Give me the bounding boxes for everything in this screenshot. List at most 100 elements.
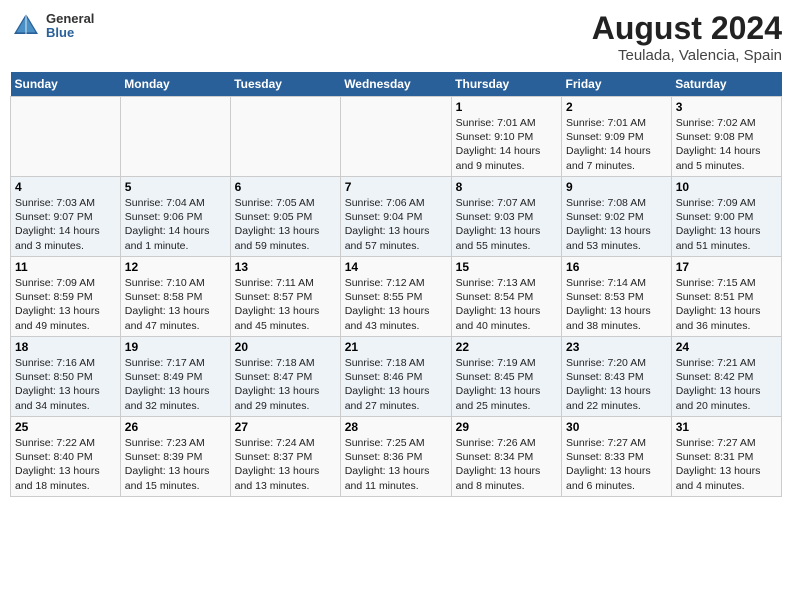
day-info: Sunrise: 7:24 AM Sunset: 8:37 PM Dayligh… [235, 436, 336, 493]
day-number: 31 [676, 420, 777, 434]
week-row-2: 4 Sunrise: 7:03 AM Sunset: 9:07 PM Daylig… [11, 177, 782, 257]
day-info: Sunrise: 7:08 AM Sunset: 9:02 PM Dayligh… [566, 196, 667, 253]
day-info: Sunrise: 7:14 AM Sunset: 8:53 PM Dayligh… [566, 276, 667, 333]
day-info: Sunrise: 7:27 AM Sunset: 8:31 PM Dayligh… [676, 436, 777, 493]
day-number: 5 [125, 180, 226, 194]
day-cell: 7Sunrise: 7:06 AM Sunset: 9:04 PM Daylig… [340, 177, 451, 257]
day-cell [120, 97, 230, 177]
header-wednesday: Wednesday [340, 72, 451, 97]
logo-general: General [46, 12, 94, 26]
day-info: Sunrise: 7:25 AM Sunset: 8:36 PM Dayligh… [345, 436, 447, 493]
day-info: Sunrise: 7:22 AM Sunset: 8:40 PM Dayligh… [15, 436, 116, 493]
header-monday: Monday [120, 72, 230, 97]
logo-icon [10, 10, 42, 42]
day-number: 11 [15, 260, 116, 274]
day-number: 26 [125, 420, 226, 434]
day-number: 12 [125, 260, 226, 274]
day-cell: 20 Sunrise: 7:18 AM Sunset: 8:47 PM Dayli… [230, 337, 340, 417]
day-cell: 4 Sunrise: 7:03 AM Sunset: 9:07 PM Daylig… [11, 177, 121, 257]
day-number: 23 [566, 340, 667, 354]
day-info: Sunrise: 7:15 AM Sunset: 8:51 PM Dayligh… [676, 276, 777, 333]
day-info: Sunrise: 7:13 AM Sunset: 8:54 PM Dayligh… [456, 276, 557, 333]
calendar-title: August 2024 [592, 10, 782, 47]
page-header: General Blue August 2024 Teulada, Valenc… [10, 10, 782, 64]
day-cell: 31 Sunrise: 7:27 AM Sunset: 8:31 PM Dayli… [671, 417, 781, 497]
day-cell: 27 Sunrise: 7:24 AM Sunset: 8:37 PM Dayli… [230, 417, 340, 497]
day-cell [230, 97, 340, 177]
day-cell: 3Sunrise: 7:02 AM Sunset: 9:08 PM Daylig… [671, 97, 781, 177]
day-cell: 10 Sunrise: 7:09 AM Sunset: 9:00 PM Dayli… [671, 177, 781, 257]
logo-text: General Blue [46, 12, 94, 41]
day-info: Sunrise: 7:10 AM Sunset: 8:58 PM Dayligh… [125, 276, 226, 333]
day-cell: 18 Sunrise: 7:16 AM Sunset: 8:50 PM Dayli… [11, 337, 121, 417]
day-cell: 16 Sunrise: 7:14 AM Sunset: 8:53 PM Dayli… [562, 257, 672, 337]
day-info: Sunrise: 7:20 AM Sunset: 8:43 PM Dayligh… [566, 356, 667, 413]
day-cell [11, 97, 121, 177]
day-info: Sunrise: 7:11 AM Sunset: 8:57 PM Dayligh… [235, 276, 336, 333]
day-info: Sunrise: 7:05 AM Sunset: 9:05 PM Dayligh… [235, 196, 336, 253]
day-number: 27 [235, 420, 336, 434]
day-info: Sunrise: 7:01 AM Sunset: 9:10 PM Dayligh… [456, 116, 557, 173]
day-number: 16 [566, 260, 667, 274]
logo: General Blue [10, 10, 94, 42]
header-friday: Friday [562, 72, 672, 97]
day-number: 19 [125, 340, 226, 354]
calendar-table: SundayMondayTuesdayWednesdayThursdayFrid… [10, 72, 782, 497]
day-number: 30 [566, 420, 667, 434]
day-info: Sunrise: 7:02 AM Sunset: 9:08 PM Dayligh… [676, 116, 777, 173]
calendar-body: 1Sunrise: 7:01 AM Sunset: 9:10 PM Daylig… [11, 97, 782, 497]
day-info: Sunrise: 7:04 AM Sunset: 9:06 PM Dayligh… [125, 196, 226, 253]
day-number: 21 [345, 340, 447, 354]
day-number: 10 [676, 180, 777, 194]
day-cell: 23 Sunrise: 7:20 AM Sunset: 8:43 PM Dayli… [562, 337, 672, 417]
day-cell: 9Sunrise: 7:08 AM Sunset: 9:02 PM Daylig… [562, 177, 672, 257]
day-info: Sunrise: 7:21 AM Sunset: 8:42 PM Dayligh… [676, 356, 777, 413]
day-cell: 8Sunrise: 7:07 AM Sunset: 9:03 PM Daylig… [451, 177, 561, 257]
day-cell: 26 Sunrise: 7:23 AM Sunset: 8:39 PM Dayli… [120, 417, 230, 497]
day-cell: 30 Sunrise: 7:27 AM Sunset: 8:33 PM Dayli… [562, 417, 672, 497]
calendar-header: SundayMondayTuesdayWednesdayThursdayFrid… [11, 72, 782, 97]
day-cell: 6 Sunrise: 7:05 AM Sunset: 9:05 PM Daylig… [230, 177, 340, 257]
day-number: 24 [676, 340, 777, 354]
day-info: Sunrise: 7:26 AM Sunset: 8:34 PM Dayligh… [456, 436, 557, 493]
day-info: Sunrise: 7:27 AM Sunset: 8:33 PM Dayligh… [566, 436, 667, 493]
day-info: Sunrise: 7:06 AM Sunset: 9:04 PM Dayligh… [345, 196, 447, 253]
day-cell: 14Sunrise: 7:12 AM Sunset: 8:55 PM Dayli… [340, 257, 451, 337]
week-row-1: 1Sunrise: 7:01 AM Sunset: 9:10 PM Daylig… [11, 97, 782, 177]
title-block: August 2024 Teulada, Valencia, Spain [592, 10, 782, 64]
day-number: 18 [15, 340, 116, 354]
week-row-3: 11 Sunrise: 7:09 AM Sunset: 8:59 PM Dayli… [11, 257, 782, 337]
day-info: Sunrise: 7:09 AM Sunset: 8:59 PM Dayligh… [15, 276, 116, 333]
header-sunday: Sunday [11, 72, 121, 97]
day-cell: 1Sunrise: 7:01 AM Sunset: 9:10 PM Daylig… [451, 97, 561, 177]
day-info: Sunrise: 7:23 AM Sunset: 8:39 PM Dayligh… [125, 436, 226, 493]
day-number: 13 [235, 260, 336, 274]
day-cell: 28Sunrise: 7:25 AM Sunset: 8:36 PM Dayli… [340, 417, 451, 497]
day-info: Sunrise: 7:17 AM Sunset: 8:49 PM Dayligh… [125, 356, 226, 413]
day-cell: 11 Sunrise: 7:09 AM Sunset: 8:59 PM Dayli… [11, 257, 121, 337]
day-number: 20 [235, 340, 336, 354]
day-cell: 25Sunrise: 7:22 AM Sunset: 8:40 PM Dayli… [11, 417, 121, 497]
day-cell: 24 Sunrise: 7:21 AM Sunset: 8:42 PM Dayli… [671, 337, 781, 417]
day-info: Sunrise: 7:09 AM Sunset: 9:00 PM Dayligh… [676, 196, 777, 253]
day-number: 4 [15, 180, 116, 194]
header-row: SundayMondayTuesdayWednesdayThursdayFrid… [11, 72, 782, 97]
day-cell: 22Sunrise: 7:19 AM Sunset: 8:45 PM Dayli… [451, 337, 561, 417]
day-number: 6 [235, 180, 336, 194]
day-cell: 13 Sunrise: 7:11 AM Sunset: 8:57 PM Dayli… [230, 257, 340, 337]
day-cell: 5 Sunrise: 7:04 AM Sunset: 9:06 PM Daylig… [120, 177, 230, 257]
day-cell: 17Sunrise: 7:15 AM Sunset: 8:51 PM Dayli… [671, 257, 781, 337]
calendar-subtitle: Teulada, Valencia, Spain [592, 47, 782, 64]
header-saturday: Saturday [671, 72, 781, 97]
day-cell: 15Sunrise: 7:13 AM Sunset: 8:54 PM Dayli… [451, 257, 561, 337]
day-cell: 19 Sunrise: 7:17 AM Sunset: 8:49 PM Dayli… [120, 337, 230, 417]
header-tuesday: Tuesday [230, 72, 340, 97]
day-cell [340, 97, 451, 177]
day-info: Sunrise: 7:01 AM Sunset: 9:09 PM Dayligh… [566, 116, 667, 173]
day-info: Sunrise: 7:07 AM Sunset: 9:03 PM Dayligh… [456, 196, 557, 253]
day-number: 29 [456, 420, 557, 434]
week-row-4: 18 Sunrise: 7:16 AM Sunset: 8:50 PM Dayli… [11, 337, 782, 417]
day-info: Sunrise: 7:03 AM Sunset: 9:07 PM Dayligh… [15, 196, 116, 253]
day-info: Sunrise: 7:16 AM Sunset: 8:50 PM Dayligh… [15, 356, 116, 413]
day-info: Sunrise: 7:18 AM Sunset: 8:47 PM Dayligh… [235, 356, 336, 413]
